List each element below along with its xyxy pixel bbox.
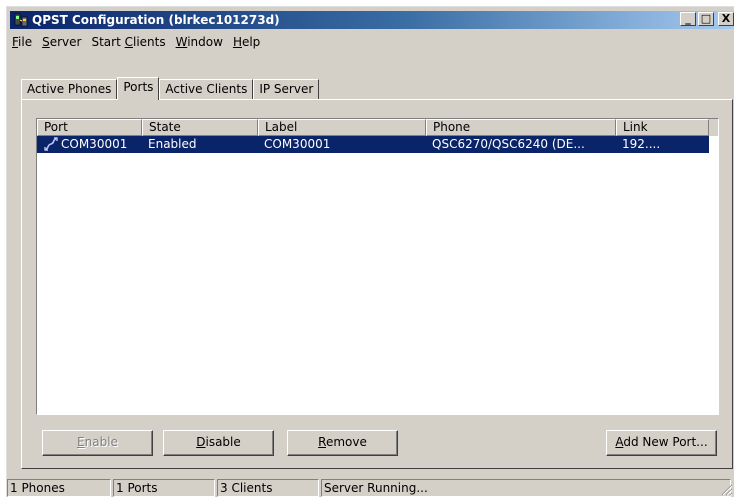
menu-bar: File Server Start Clients Window Help bbox=[7, 32, 734, 52]
status-clients: 3 Clients bbox=[217, 479, 319, 497]
tab-ports[interactable]: Ports bbox=[117, 77, 160, 100]
cell-link: 192.... bbox=[622, 137, 661, 151]
minimize-button[interactable]: _ bbox=[680, 12, 696, 26]
ports-tab-panel: Port State Label Phone Link COM30001 Ena… bbox=[21, 99, 733, 469]
tab-active-phones[interactable]: Active Phones bbox=[21, 79, 118, 99]
maximize-button[interactable]: □ bbox=[698, 12, 714, 26]
tab-ip-server[interactable]: IP Server bbox=[253, 79, 320, 99]
menu-file[interactable]: File bbox=[7, 32, 37, 52]
cell-port: COM30001 bbox=[37, 136, 142, 153]
column-header-port[interactable]: Port bbox=[37, 119, 142, 136]
cell-label: COM30001 bbox=[264, 137, 331, 151]
disable-button[interactable]: Disable bbox=[163, 430, 274, 456]
close-button[interactable]: X bbox=[718, 12, 734, 26]
menu-window[interactable]: Window bbox=[171, 32, 228, 52]
ports-list[interactable]: Port State Label Phone Link COM30001 Ena… bbox=[36, 118, 719, 415]
remove-button[interactable]: Remove bbox=[287, 430, 398, 456]
qpst-app-icon bbox=[14, 13, 28, 27]
column-header-label[interactable]: Label bbox=[258, 119, 426, 136]
resize-grip-icon[interactable] bbox=[721, 484, 733, 496]
status-phones: 1 Phones bbox=[7, 479, 111, 497]
enable-button[interactable]: Enable bbox=[42, 430, 153, 456]
menu-server[interactable]: Server bbox=[37, 32, 86, 52]
column-header-phone[interactable]: Phone bbox=[426, 119, 616, 136]
menu-start-clients[interactable]: Start Clients bbox=[86, 32, 170, 52]
window-title: QPST Configuration (blrkec101273d) bbox=[32, 13, 280, 27]
cell-state: Enabled bbox=[148, 137, 197, 151]
column-header-state[interactable]: State bbox=[142, 119, 258, 136]
status-server: Server Running... bbox=[321, 479, 731, 497]
menu-help[interactable]: Help bbox=[228, 32, 265, 52]
status-ports: 1 Ports bbox=[113, 479, 215, 497]
cell-phone: QSC6270/QSC6240 (DE... bbox=[432, 137, 585, 151]
qpst-configuration-window: QPST Configuration (blrkec101273d) _ □ X… bbox=[6, 6, 734, 497]
table-row[interactable]: COM30001 Enabled COM30001 QSC6270/QSC624… bbox=[37, 136, 709, 153]
column-header-link[interactable]: Link bbox=[616, 119, 709, 136]
serial-port-icon bbox=[43, 136, 59, 152]
title-bar[interactable]: QPST Configuration (blrkec101273d) _ □ X bbox=[10, 11, 734, 29]
tab-strip: Active Phones Ports Active Clients IP Se… bbox=[21, 77, 320, 100]
ports-list-header: Port State Label Phone Link bbox=[37, 119, 718, 136]
status-bar: 1 Phones 1 Ports 3 Clients Server Runnin… bbox=[7, 477, 734, 498]
tab-active-clients[interactable]: Active Clients bbox=[159, 79, 254, 99]
add-new-port-button[interactable]: Add New Port... bbox=[606, 430, 717, 456]
